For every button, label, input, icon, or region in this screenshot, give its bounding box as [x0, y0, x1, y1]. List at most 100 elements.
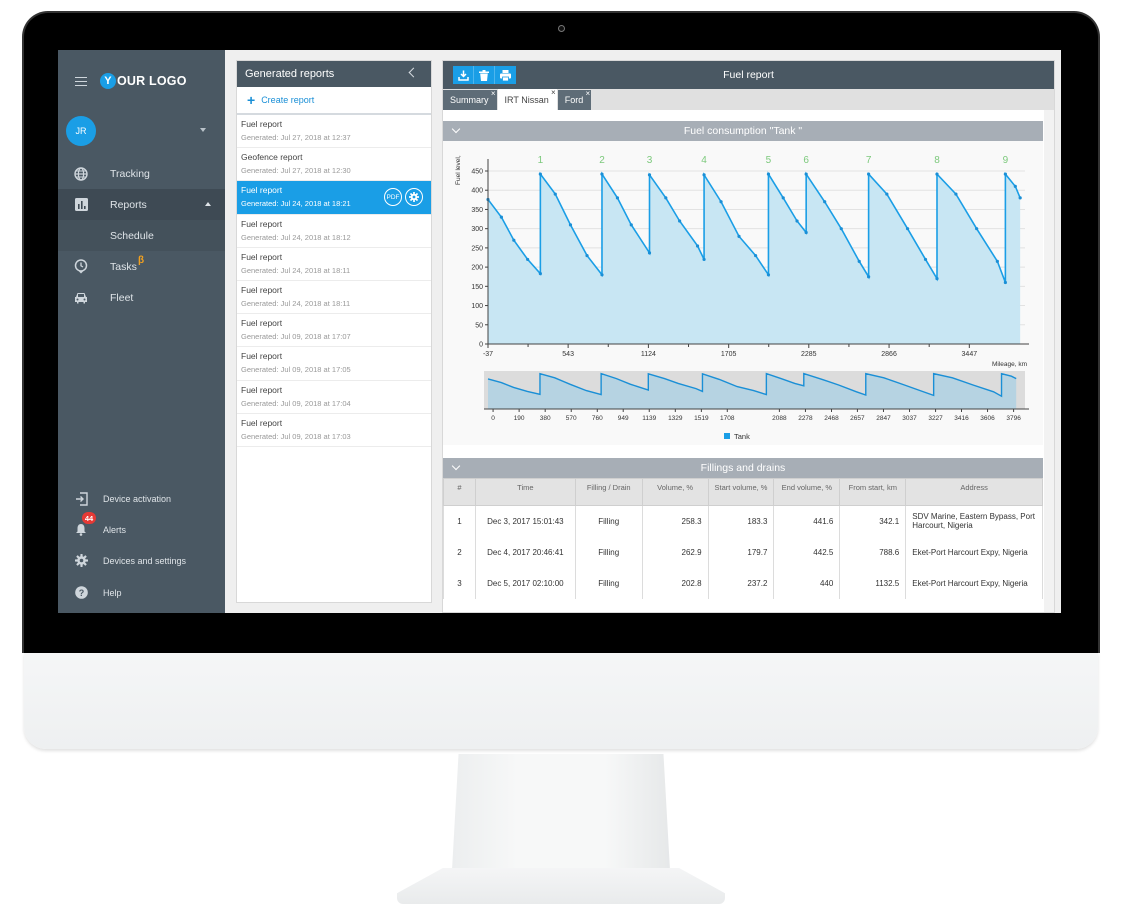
report-list-item[interactable]: Fuel report Generated: Jul 09, 2018 at 17…: [237, 314, 431, 348]
sidebar-item-help[interactable]: ? Help: [58, 577, 225, 608]
avatar[interactable]: JR: [66, 116, 96, 146]
table-cell: 262.9: [641, 536, 709, 568]
chevron-down-icon[interactable]: [451, 461, 461, 471]
pdf-button[interactable]: PDF: [384, 188, 402, 207]
globe-icon: [74, 166, 88, 181]
data-point: [695, 244, 700, 248]
report-header: Fuel report: [443, 61, 1054, 89]
report-list-item[interactable]: Fuel report Generated: Jul 09, 2018 at 17…: [237, 381, 431, 414]
chevron-down-icon[interactable]: [200, 128, 206, 132]
x-tick-label: 3447: [962, 351, 978, 358]
data-point: [702, 173, 706, 177]
report-list-item[interactable]: Fuel report Generated: Jul 24, 2018 at 18…: [237, 181, 431, 215]
tab-summary[interactable]: Summary ×: [443, 89, 497, 110]
data-point: [553, 192, 557, 196]
close-icon[interactable]: ×: [586, 89, 591, 98]
table-cell: 442.5: [773, 536, 841, 568]
chevron-up-icon[interactable]: [205, 202, 211, 206]
x-tick-label: 543: [562, 351, 574, 358]
navigator-tick-label: 380: [540, 415, 551, 422]
report-item-generated: Generated: Jul 27, 2018 at 12:30: [241, 166, 351, 176]
data-point: [647, 173, 652, 177]
column-header[interactable]: From start, km: [839, 478, 907, 506]
sidebar-item-alerts[interactable]: 44 Alerts: [58, 512, 225, 545]
menu-icon[interactable]: [75, 77, 87, 86]
navigator-tick-label: 2847: [876, 415, 891, 422]
close-icon[interactable]: ×: [491, 89, 496, 98]
help-icon: ?: [74, 586, 88, 600]
table-cell: 258.3: [641, 505, 709, 537]
sidebar-item-label: Schedule: [110, 229, 154, 242]
table-cell: 1132.5: [839, 567, 907, 599]
table-section-header[interactable]: Fillings and drains: [443, 458, 1043, 478]
scrollbar[interactable]: [1044, 110, 1054, 612]
bell-icon: [74, 523, 88, 537]
gear-icon: [74, 554, 88, 568]
report-list-item[interactable]: Geofence report Generated: Jul 27, 2018 a…: [237, 148, 431, 182]
data-point: [781, 196, 785, 200]
y-tick-label: 100: [471, 303, 483, 310]
sidebar-item-reports[interactable]: Reports: [58, 189, 225, 220]
table-cell: Filling: [574, 505, 643, 537]
data-point: [795, 219, 799, 223]
table-cell: Dec 4, 2017 20:46:41: [474, 536, 576, 568]
y-tick-label: 300: [471, 226, 483, 233]
column-header[interactable]: Filling / Drain: [574, 478, 643, 506]
generated-reports-panel: Generated reports + Create report Fuel r…: [236, 60, 432, 603]
column-header[interactable]: Start volume, %: [707, 478, 775, 506]
x-tick-label: 1124: [641, 351, 656, 358]
navigator-tick-label: 2468: [824, 415, 839, 422]
fuel-chart-section: Fuel consumption "Tank " 0 50 100 150 200 250…: [443, 121, 1043, 458]
data-point: [804, 172, 808, 176]
chart-section-header[interactable]: Fuel consumption "Tank ": [443, 121, 1043, 141]
fuel-chart[interactable]: 050100150200250300350400450-37 543 1124 170…: [443, 141, 1043, 445]
table-row[interactable]: 1 Dec 3, 2017 15:01:43 Filling 258.3 183.3 44…: [443, 505, 1043, 537]
navigator-tick-label: 760: [592, 415, 603, 422]
report-list-item[interactable]: Fuel report Generated: Jul 24, 2018 at 18…: [237, 215, 431, 248]
navigator-tick-label: 3416: [954, 415, 969, 422]
navigator-tick-label: 2088: [772, 415, 787, 422]
column-header[interactable]: End volume, %: [773, 478, 841, 506]
sidebar-item-devices-settings[interactable]: Devices and settings: [58, 545, 225, 576]
sidebar-item-tracking[interactable]: Tracking: [58, 158, 225, 189]
report-list-item[interactable]: Fuel report Generated: Jul 09, 2018 at 17…: [237, 347, 431, 381]
settings-button[interactable]: [405, 188, 423, 207]
data-point: [664, 196, 668, 200]
column-header[interactable]: Time: [474, 478, 576, 506]
camera-icon: [558, 25, 565, 32]
data-point: [737, 234, 741, 238]
create-report-button[interactable]: + Create report: [237, 87, 431, 115]
report-list-item[interactable]: Fuel report Generated: Jul 24, 2018 at 18…: [237, 248, 431, 281]
column-header[interactable]: Volume, %: [641, 478, 709, 506]
sidebar-item-schedule[interactable]: Schedule: [58, 220, 225, 251]
data-point: [1003, 172, 1007, 176]
logo-text: OUR LOGO: [117, 74, 187, 88]
table-cell: Filling: [574, 567, 643, 599]
data-point: [935, 277, 939, 281]
report-item-title: Fuel report: [241, 284, 283, 295]
tab-irt-nissan[interactable]: IRT Nissan ×: [497, 88, 557, 110]
sidebar-item-tasks[interactable]: Tasks β: [58, 251, 225, 282]
report-list-item[interactable]: Fuel report Generated: Jul 09, 2018 at 17…: [237, 414, 431, 447]
table-row[interactable]: 3 Dec 5, 2017 02:10:00 Filling 202.8 237.2 44…: [443, 567, 1043, 599]
close-icon[interactable]: ×: [551, 88, 556, 97]
report-list-item[interactable]: Fuel report Generated: Jul 24, 2018 at 18…: [237, 281, 431, 315]
sidebar-item-label: Reports: [110, 198, 147, 211]
navigator-tick-label: 3606: [980, 415, 995, 422]
collapse-panel-icon[interactable]: [408, 67, 419, 78]
chart-section-title: Fuel consumption "Tank ": [683, 125, 803, 137]
fillings-drains-table: # Time Filling / Drain Volume, % Start volum…: [443, 478, 1043, 599]
column-header[interactable]: Address: [905, 478, 1043, 506]
column-header[interactable]: #: [443, 478, 476, 506]
data-point: [678, 219, 682, 223]
plus-icon: +: [247, 92, 256, 108]
table-cell: 441.6: [773, 505, 841, 537]
table-row[interactable]: 2 Dec 4, 2017 20:46:41 Filling 262.9 179.7 44…: [443, 536, 1043, 568]
logo: Y OUR LOGO: [100, 73, 187, 89]
chevron-down-icon[interactable]: [451, 124, 461, 134]
filling-marker-label: 7: [866, 155, 872, 166]
sidebar-item-device-activation[interactable]: Device activation: [58, 483, 225, 514]
tab-ford[interactable]: Ford ×: [557, 89, 592, 110]
sidebar-item-fleet[interactable]: Fleet: [58, 282, 225, 313]
report-list-item[interactable]: Fuel report Generated: Jul 27, 2018 at 12…: [237, 115, 431, 149]
